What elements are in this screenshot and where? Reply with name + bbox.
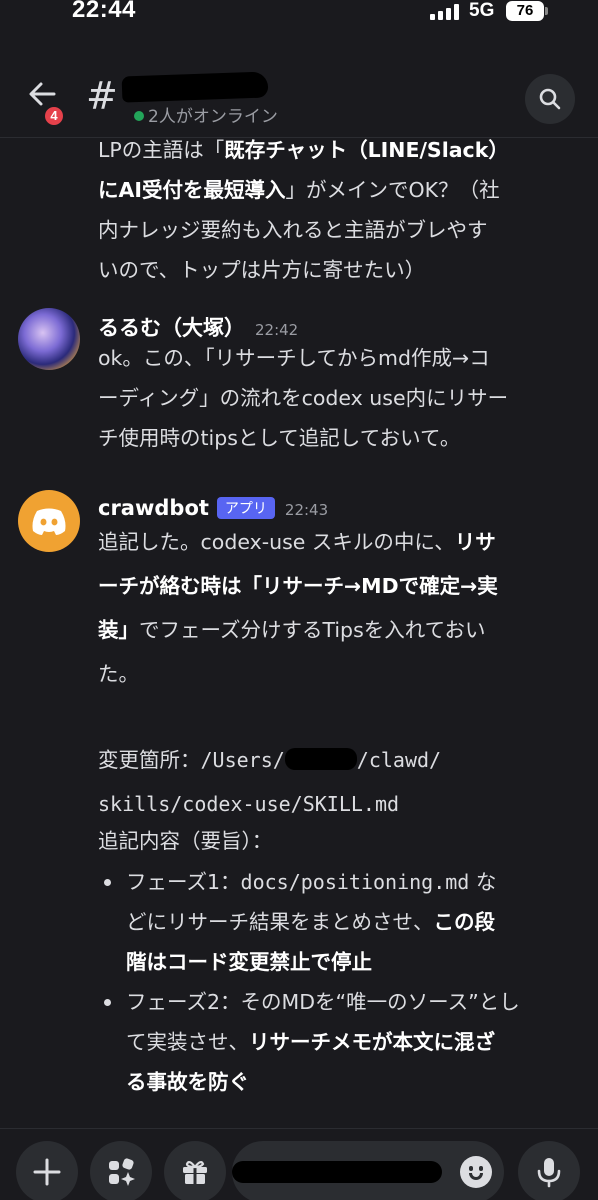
path-redacted: [284, 748, 357, 770]
emoji-icon[interactable]: [460, 1156, 492, 1188]
summary-list: フェーズ1：docs/positioning.md な どにリサーチ結果をまとめ…: [98, 862, 568, 1102]
online-count: 2人がオンライン: [148, 107, 278, 127]
message-line: いので、トップは片方に寄せたい）: [98, 258, 426, 282]
list-item: フェーズ2：そのMDを“唯一のソース”とし て実装させ、リサーチメモが本文に混ざ…: [98, 982, 568, 1102]
apps-button[interactable]: [90, 1141, 152, 1200]
list-item: フェーズ1：docs/positioning.md な どにリサーチ結果をまとめ…: [98, 862, 568, 982]
app-tag: アプリ: [216, 497, 275, 519]
message-timestamp: 22:42: [255, 321, 299, 339]
message-author[interactable]: crawdbot アプリ 22:43: [98, 496, 328, 520]
add-attachment-button[interactable]: [16, 1141, 78, 1200]
hash-icon: #: [86, 74, 118, 118]
message-body: 追記した。codex-use スキルの中に、リサ ーチが絡む時は「リサーチ→MD…: [98, 520, 568, 1102]
status-bar: 22:44 5G 76: [0, 0, 598, 30]
discord-logo-icon: [32, 508, 66, 535]
gift-button[interactable]: [164, 1141, 226, 1200]
message-timestamp: 22:43: [284, 501, 329, 519]
channel-header: 4 # 2人がオンライン: [0, 60, 598, 138]
signal-icon: [430, 4, 460, 20]
network-type: 5G: [469, 0, 495, 21]
gift-icon: [183, 1160, 207, 1184]
input-placeholder-redacted: [232, 1161, 442, 1183]
voice-message-button[interactable]: [518, 1141, 580, 1200]
microphone-icon: [537, 1158, 561, 1188]
unread-badge: 4: [42, 104, 66, 128]
message-composer-bar: [0, 1128, 598, 1200]
message-line: LPの主語は「既存チャット（LINE/Slack）: [98, 138, 509, 162]
message-input[interactable]: [232, 1141, 504, 1200]
plus-icon: [33, 1158, 61, 1186]
channel-name-redacted[interactable]: [121, 71, 269, 103]
message-line: にAI受付を最短導入」がメインでOK？（社: [98, 178, 500, 202]
avatar[interactable]: [18, 490, 80, 552]
changed-files: 変更箇所：/Users//clawd/: [98, 748, 442, 772]
file-path: skills/codex-use/SKILL.md: [98, 792, 400, 816]
search-icon: [539, 88, 561, 110]
avatar[interactable]: [18, 308, 80, 370]
message-continuation: LPの主語は「既存チャット（LINE/Slack） にAI受付を最短導入」がメイ…: [98, 130, 568, 290]
online-dot-icon: [134, 111, 144, 121]
search-button[interactable]: [525, 74, 575, 124]
status-time: 22:44: [72, 0, 136, 23]
apps-icon: [109, 1158, 135, 1186]
message-line: 内ナレッジ要約も入れると主語がブレやす: [98, 218, 488, 242]
battery-icon: 76: [506, 1, 548, 21]
online-status: 2人がオンライン: [134, 102, 278, 127]
message-body: ok。この、「リサーチしてからmd作成→コ ーディング」の流れをcodex us…: [98, 346, 509, 450]
